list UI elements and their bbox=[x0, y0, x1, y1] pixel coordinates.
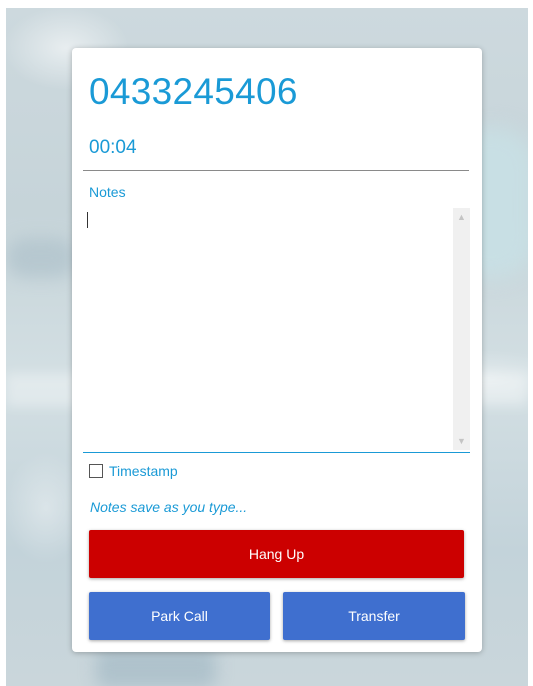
background-blob bbox=[96, 648, 216, 686]
phone-number: 0433245406 bbox=[89, 71, 298, 112]
transfer-button[interactable]: Transfer bbox=[283, 592, 465, 640]
notes-scrollbar[interactable]: ▲ ▼ bbox=[453, 208, 470, 450]
call-timer: 00:04 bbox=[89, 137, 137, 158]
save-hint: Notes save as you type... bbox=[90, 499, 248, 515]
notes-textarea[interactable] bbox=[85, 208, 449, 452]
hang-up-button[interactable]: Hang Up bbox=[89, 530, 464, 578]
notes-label: Notes bbox=[89, 184, 126, 200]
timestamp-checkbox[interactable] bbox=[89, 464, 103, 478]
notes-area: ▲ ▼ bbox=[83, 206, 470, 453]
divider bbox=[83, 170, 469, 171]
chevron-down-icon[interactable]: ▼ bbox=[453, 434, 470, 448]
text-caret bbox=[87, 212, 88, 228]
timestamp-label[interactable]: Timestamp bbox=[109, 463, 178, 479]
park-call-button[interactable]: Park Call bbox=[89, 592, 270, 640]
call-dialog: 0433245406 00:04 Notes ▲ ▼ Timestamp Not… bbox=[72, 48, 482, 652]
timestamp-option[interactable]: Timestamp bbox=[89, 462, 178, 480]
chevron-up-icon[interactable]: ▲ bbox=[453, 210, 470, 224]
background-blob bbox=[6, 238, 76, 278]
